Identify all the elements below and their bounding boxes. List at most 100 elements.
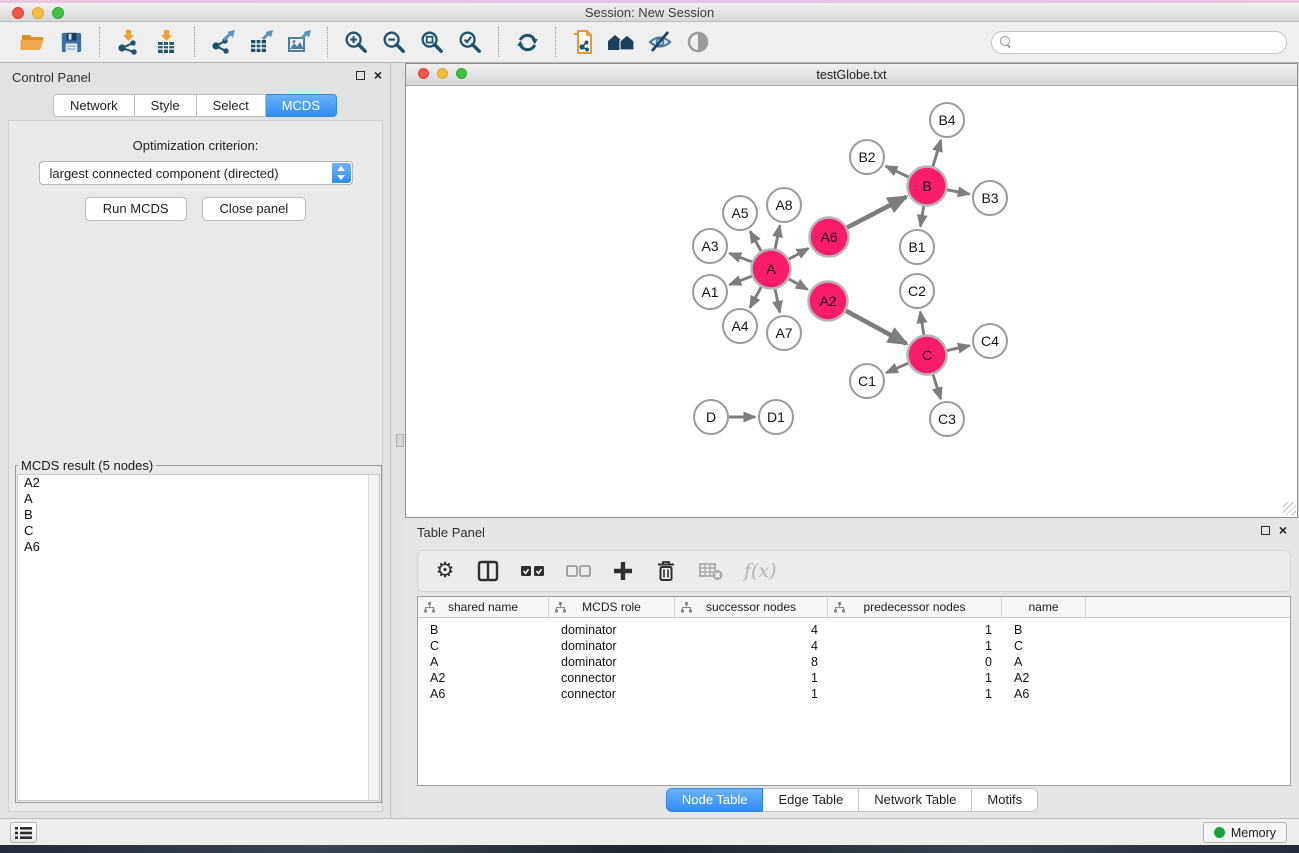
- table-row[interactable]: Adominator80A: [418, 654, 1290, 670]
- cell-MCDS-role[interactable]: connector: [549, 670, 675, 686]
- select-all-rows-icon[interactable]: [520, 558, 546, 584]
- column-header-predecessor-nodes[interactable]: predecessor nodes: [828, 597, 1002, 617]
- column-header-MCDS-role[interactable]: MCDS role: [549, 597, 675, 617]
- column-header-name[interactable]: name: [1002, 597, 1086, 617]
- hide-graphics-details-button[interactable]: [643, 26, 677, 58]
- zoom-in-button[interactable]: [339, 26, 373, 58]
- float-panel-icon[interactable]: [356, 71, 365, 80]
- cell-name[interactable]: A: [1002, 654, 1086, 670]
- edge-A-A6[interactable]: [789, 248, 809, 259]
- edge-A-A1[interactable]: [730, 276, 752, 284]
- minimize-network-window-button[interactable]: [437, 68, 448, 79]
- create-column-plus-icon[interactable]: [612, 558, 634, 584]
- home-layout-button[interactable]: [605, 26, 639, 58]
- cell-shared-name[interactable]: A2: [418, 670, 549, 686]
- search-input[interactable]: [1017, 33, 1286, 52]
- edge-C-C2[interactable]: [920, 312, 924, 335]
- export-network-button[interactable]: [206, 26, 240, 58]
- zoom-out-button[interactable]: [377, 26, 411, 58]
- zoom-selected-button[interactable]: [453, 26, 487, 58]
- cell-predecessor-nodes[interactable]: 1: [828, 670, 1002, 686]
- cell-successor-nodes[interactable]: 8: [675, 654, 828, 670]
- cell-MCDS-role[interactable]: dominator: [549, 654, 675, 670]
- cell-successor-nodes[interactable]: 4: [675, 638, 828, 654]
- edge-C-C1[interactable]: [886, 363, 908, 373]
- cell-predecessor-nodes[interactable]: 0: [828, 654, 1002, 670]
- edge-B-B1[interactable]: [920, 206, 923, 226]
- import-table-button[interactable]: [149, 26, 183, 58]
- edge-A-A5[interactable]: [750, 231, 761, 251]
- mcds-result-item[interactable]: A: [18, 491, 379, 507]
- tab-node-table[interactable]: Node Table: [666, 788, 764, 812]
- cell-name[interactable]: A6: [1002, 686, 1086, 702]
- minimize-window-button[interactable]: [32, 7, 44, 19]
- cell-shared-name[interactable]: A: [418, 654, 549, 670]
- cell-shared-name[interactable]: C: [418, 638, 549, 654]
- edge-C-C4[interactable]: [947, 346, 970, 351]
- close-table-panel-icon[interactable]: ×: [1279, 525, 1287, 536]
- cell-MCDS-role[interactable]: dominator: [549, 638, 675, 654]
- edge-A-A3[interactable]: [730, 253, 752, 261]
- cell-successor-nodes[interactable]: 1: [675, 670, 828, 686]
- task-history-button[interactable]: [10, 822, 37, 843]
- mcds-result-item[interactable]: A2: [18, 475, 379, 491]
- close-network-window-button[interactable]: [418, 68, 429, 79]
- refresh-layout-button[interactable]: [510, 26, 544, 58]
- import-network-button[interactable]: [111, 26, 145, 58]
- cell-name[interactable]: B: [1002, 622, 1086, 638]
- export-table-button[interactable]: [244, 26, 278, 58]
- network-from-file-button[interactable]: [567, 26, 601, 58]
- delete-table-icon[interactable]: [698, 558, 724, 584]
- mcds-result-item[interactable]: C: [18, 523, 379, 539]
- cell-predecessor-nodes[interactable]: 1: [828, 622, 1002, 638]
- mcds-result-item[interactable]: A6: [18, 539, 379, 555]
- mcds-result-item[interactable]: B: [18, 507, 379, 523]
- edge-B-B4[interactable]: [933, 140, 941, 166]
- edge-C-C3[interactable]: [933, 375, 941, 399]
- edge-B-B3[interactable]: [947, 190, 969, 194]
- function-builder-icon[interactable]: f(x): [744, 558, 777, 584]
- close-panel-button[interactable]: Close panel: [202, 197, 307, 221]
- edge-B-B2[interactable]: [886, 166, 909, 177]
- open-session-button[interactable]: [16, 26, 50, 58]
- tab-motifs[interactable]: Motifs: [972, 788, 1038, 812]
- tab-edge-table[interactable]: Edge Table: [763, 788, 859, 812]
- run-mcds-button[interactable]: Run MCDS: [85, 197, 187, 221]
- edge-A-A4[interactable]: [750, 287, 761, 308]
- cell-successor-nodes[interactable]: 1: [675, 686, 828, 702]
- cell-shared-name[interactable]: A6: [418, 686, 549, 702]
- cell-MCDS-role[interactable]: dominator: [549, 622, 675, 638]
- cell-successor-nodes[interactable]: 4: [675, 622, 828, 638]
- tab-select[interactable]: Select: [197, 94, 266, 117]
- zoom-window-button[interactable]: [52, 7, 64, 19]
- table-row[interactable]: A2connector11A2: [418, 670, 1290, 686]
- edge-A-A2[interactable]: [789, 279, 808, 290]
- edge-A-A7[interactable]: [775, 289, 780, 312]
- close-window-button[interactable]: [12, 7, 24, 19]
- column-header-successor-nodes[interactable]: successor nodes: [675, 597, 828, 617]
- zoom-fit-button[interactable]: [415, 26, 449, 58]
- export-image-button[interactable]: [282, 26, 316, 58]
- result-list-scrollbar[interactable]: [368, 475, 379, 800]
- column-header-shared-name[interactable]: shared name: [418, 597, 549, 617]
- show-graphics-details-button[interactable]: [681, 26, 715, 58]
- tab-network[interactable]: Network: [53, 94, 135, 117]
- cell-name[interactable]: A2: [1002, 670, 1086, 686]
- edge-A6-B[interactable]: [847, 197, 906, 228]
- tab-network-table[interactable]: Network Table: [859, 788, 972, 812]
- mcds-result-list[interactable]: A2ABCA6: [17, 474, 380, 801]
- float-table-panel-icon[interactable]: [1261, 526, 1270, 535]
- table-row[interactable]: Bdominator41B: [418, 622, 1290, 638]
- optimization-dropdown[interactable]: largest connected component (directed): [39, 161, 353, 185]
- network-canvas[interactable]: B4B2BB3A8A5A6A3B1AC2A1A2A4A7C4CC1DD1C3: [406, 86, 1297, 516]
- cell-name[interactable]: C: [1002, 638, 1086, 654]
- tab-mcds[interactable]: MCDS: [266, 94, 337, 117]
- close-panel-icon[interactable]: ×: [374, 70, 382, 81]
- save-session-button[interactable]: [54, 26, 88, 58]
- zoom-network-window-button[interactable]: [456, 68, 467, 79]
- cell-predecessor-nodes[interactable]: 1: [828, 638, 1002, 654]
- network-window-titlebar[interactable]: testGlobe.txt: [406, 64, 1297, 86]
- cell-MCDS-role[interactable]: connector: [549, 686, 675, 702]
- memory-button[interactable]: Memory: [1203, 822, 1287, 843]
- table-settings-gear-icon[interactable]: ⚙: [434, 558, 456, 584]
